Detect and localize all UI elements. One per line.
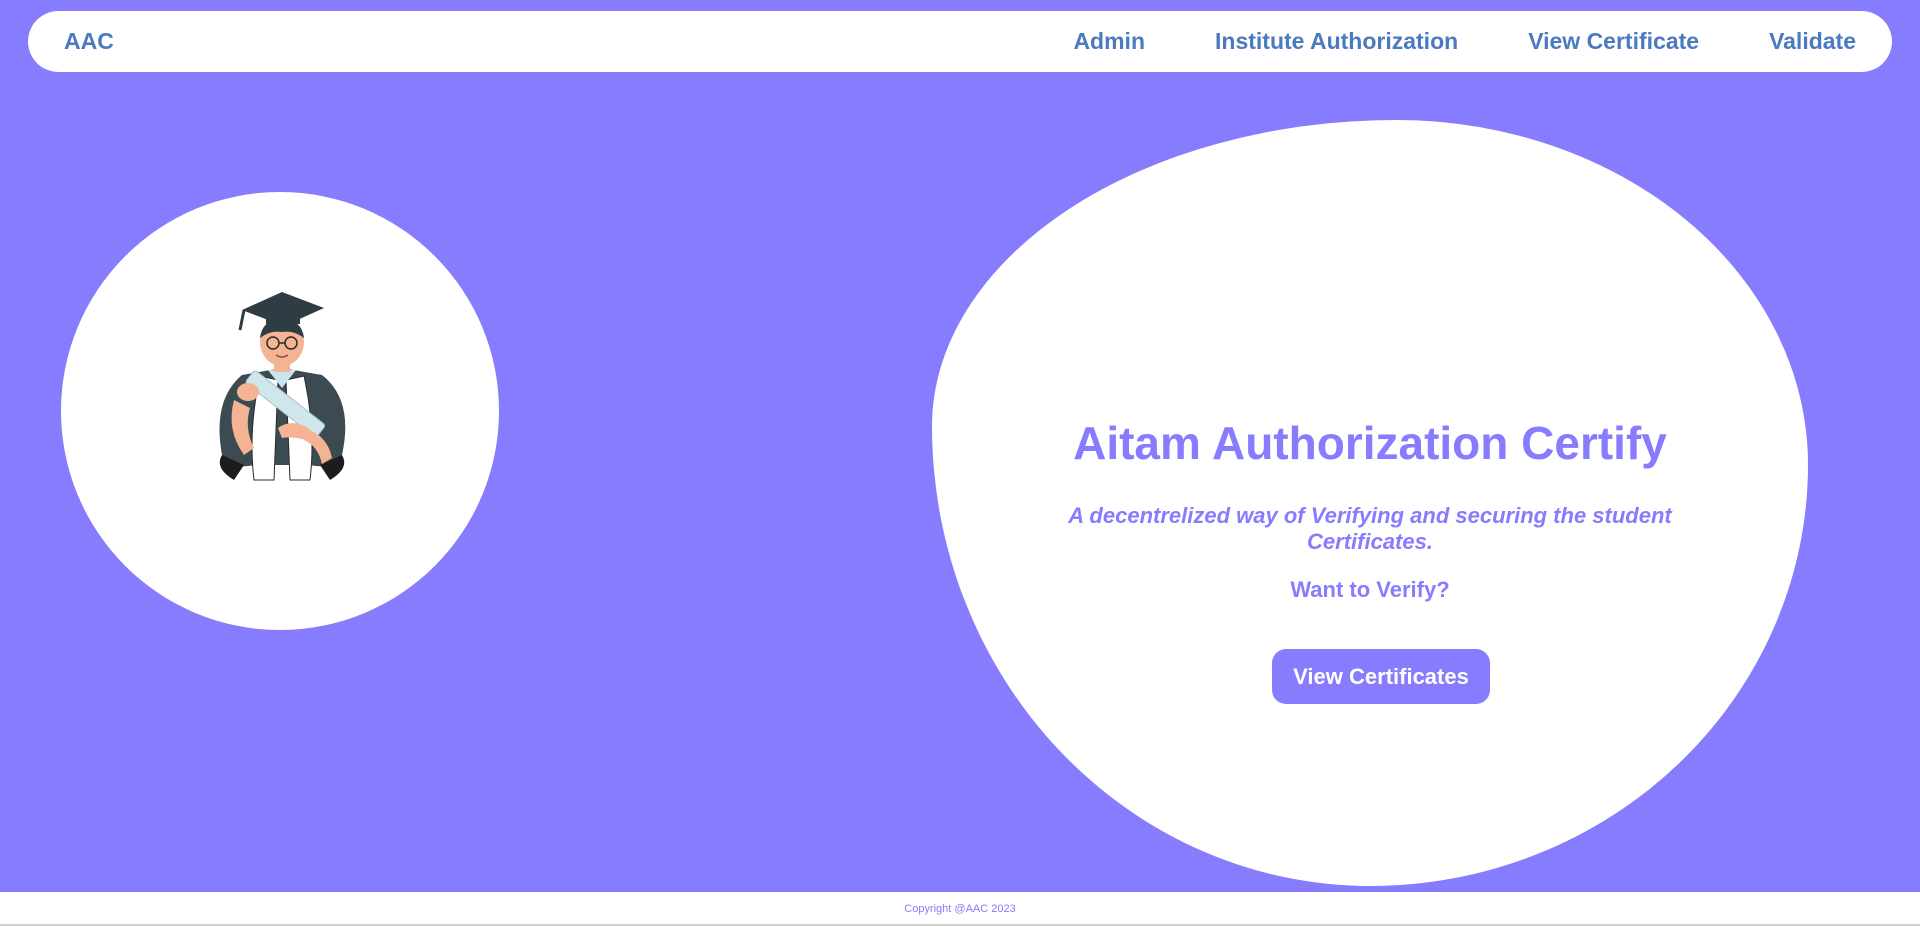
- nav-links: Admin Institute Authorization View Certi…: [1073, 11, 1856, 72]
- hero-content: Aitam Authorization Certify A decentreli…: [1050, 413, 1690, 704]
- navbar: AAC Admin Institute Authorization View C…: [28, 11, 1892, 72]
- brand-logo[interactable]: AAC: [64, 11, 114, 72]
- hero-subtitle: A decentrelized way of Verifying and sec…: [1068, 503, 1672, 554]
- view-certificates-button[interactable]: View Certificates: [1272, 649, 1490, 704]
- hero-title: Aitam Authorization Certify: [1073, 417, 1667, 469]
- nav-link-view-certificate[interactable]: View Certificate: [1528, 28, 1699, 55]
- verify-question: Want to Verify?: [1290, 577, 1450, 602]
- nav-link-admin[interactable]: Admin: [1073, 28, 1145, 55]
- nav-link-validate[interactable]: Validate: [1769, 28, 1856, 55]
- nav-link-institute-authorization[interactable]: Institute Authorization: [1215, 28, 1458, 55]
- copyright-text: Copyright @AAC 2023: [904, 903, 1016, 915]
- footer: Copyright @AAC 2023: [0, 892, 1920, 926]
- hero-image-circle: [61, 192, 499, 630]
- graduate-icon: [219, 292, 346, 481]
